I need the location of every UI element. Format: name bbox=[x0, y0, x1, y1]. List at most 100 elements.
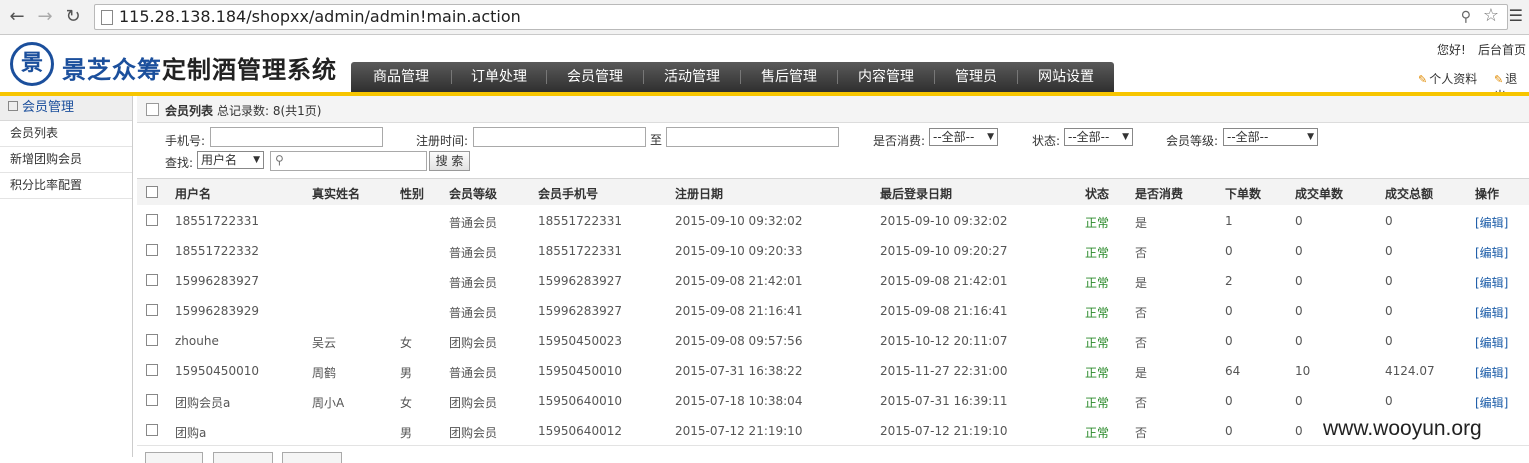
cell-level: 团购会员 bbox=[449, 336, 498, 350]
search-field-select[interactable]: 用户名 ▼ bbox=[197, 151, 264, 169]
bottom-button[interactable] bbox=[145, 452, 203, 463]
col-total[interactable]: 成交总额 bbox=[1385, 185, 1433, 202]
cell-total: 0 bbox=[1385, 274, 1393, 288]
forward-icon[interactable]: → bbox=[34, 6, 56, 28]
cell-deals: 0 bbox=[1295, 274, 1303, 288]
col-status[interactable]: 状态 bbox=[1085, 185, 1109, 202]
reg-start-input[interactable] bbox=[473, 127, 646, 147]
app-header: 景芝众筹定制酒管理系统 商品管理 订单处理 会员管理 活动管理 售后管理 内容管… bbox=[0, 35, 1529, 103]
cell-real-name: 周鹤 bbox=[312, 366, 337, 380]
star-icon[interactable]: ☆ bbox=[1483, 4, 1499, 28]
level-select[interactable]: --全部-- ▼ bbox=[1223, 128, 1318, 146]
consume-label: 是否消费: bbox=[873, 134, 926, 148]
cell-deals: 0 bbox=[1295, 394, 1303, 408]
col-username[interactable]: 用户名 bbox=[175, 185, 211, 202]
row-checkbox[interactable] bbox=[146, 214, 158, 226]
col-level[interactable]: 会员等级 bbox=[449, 185, 497, 202]
sidebar-item-member-list[interactable]: 会员列表 bbox=[0, 121, 132, 147]
back-icon[interactable]: ← bbox=[6, 6, 28, 28]
row-checkbox[interactable] bbox=[146, 394, 158, 406]
col-deals[interactable]: 成交单数 bbox=[1295, 185, 1343, 202]
row-checkbox[interactable] bbox=[146, 364, 158, 376]
cell-edit-link[interactable]: [编辑] bbox=[1475, 274, 1508, 291]
row-checkbox[interactable] bbox=[146, 424, 158, 436]
consume-select-value: --全部-- bbox=[933, 130, 975, 144]
reg-time-label: 注册时间: bbox=[416, 134, 469, 148]
col-reg-date[interactable]: 注册日期 bbox=[675, 185, 723, 202]
nav-tab-after-sales[interactable]: 售后管理 bbox=[741, 62, 837, 92]
bottom-button[interactable] bbox=[282, 452, 342, 463]
row-checkbox[interactable] bbox=[146, 274, 158, 286]
nav-tab-products[interactable]: 商品管理 bbox=[351, 62, 451, 92]
status-select[interactable]: --全部-- ▼ bbox=[1064, 128, 1133, 146]
dropdown-arrow-icon: ▼ bbox=[1307, 132, 1314, 142]
cell-last-login: 2015-07-12 21:19:10 bbox=[880, 424, 1008, 438]
sidebar-item-points-ratio[interactable]: 积分比率配置 bbox=[0, 173, 132, 199]
nav-tab-admins[interactable]: 管理员 bbox=[935, 62, 1017, 92]
edit-icon: ✎ bbox=[1494, 73, 1504, 86]
cell-username: 15996283929 bbox=[175, 304, 259, 318]
nav-tab-site-settings[interactable]: 网站设置 bbox=[1018, 62, 1114, 92]
nav-tab-content[interactable]: 内容管理 bbox=[838, 62, 934, 92]
address-bar[interactable]: 115.28.138.184/shopxx/admin/admin!main.a… bbox=[94, 4, 1508, 30]
cell-edit-link[interactable]: [编辑] bbox=[1475, 304, 1508, 321]
col-real-name[interactable]: 真实姓名 bbox=[312, 185, 360, 202]
cell-orders: 0 bbox=[1225, 334, 1233, 348]
cell-consumed: 否 bbox=[1135, 336, 1148, 350]
nav-tab-orders[interactable]: 订单处理 bbox=[452, 62, 546, 92]
cell-status: 正常 bbox=[1085, 336, 1110, 350]
table-header: 用户名 真实姓名 性别 会员等级 会员手机号 注册日期 最后登录日期 状态 是否… bbox=[137, 178, 1529, 206]
nav-tab-members[interactable]: 会员管理 bbox=[547, 62, 643, 92]
reg-end-input[interactable] bbox=[666, 127, 839, 147]
cell-edit-link[interactable]: [编辑] bbox=[1475, 244, 1508, 261]
col-gender[interactable]: 性别 bbox=[400, 185, 424, 202]
cell-last-login: 2015-11-27 22:31:00 bbox=[880, 364, 1008, 378]
cell-level: 普通会员 bbox=[449, 246, 498, 260]
col-phone[interactable]: 会员手机号 bbox=[538, 185, 598, 202]
search-button[interactable]: 搜 索 bbox=[429, 151, 470, 171]
reload-icon[interactable]: ↻ bbox=[62, 6, 84, 28]
row-checkbox[interactable] bbox=[146, 334, 158, 346]
cell-deals: 0 bbox=[1295, 424, 1303, 438]
cell-edit-link[interactable]: [编辑] bbox=[1475, 214, 1508, 231]
cell-gender: 女 bbox=[400, 396, 413, 410]
table-row: 团购会员a 周小A 女 团购会员 15950640010 2015-07-18 10:38… bbox=[137, 385, 1529, 416]
sidebar-title[interactable]: 会员管理 bbox=[0, 96, 132, 121]
cell-total: 4124.07 bbox=[1385, 364, 1435, 378]
cell-gender: 男 bbox=[400, 426, 413, 440]
col-consumed[interactable]: 是否消费 bbox=[1135, 185, 1183, 202]
search-input[interactable]: ⚲ bbox=[270, 151, 427, 171]
select-all-checkbox[interactable] bbox=[146, 186, 158, 198]
col-last-login[interactable]: 最后登录日期 bbox=[880, 185, 952, 202]
cell-status: 正常 bbox=[1085, 306, 1110, 320]
cell-phone: 18551722331 bbox=[538, 244, 622, 258]
col-orders[interactable]: 下单数 bbox=[1225, 185, 1261, 202]
menu-icon[interactable]: ☰ bbox=[1509, 6, 1523, 25]
row-checkbox[interactable] bbox=[146, 304, 158, 316]
sidebar-item-add-group-member[interactable]: 新增团购会员 bbox=[0, 147, 132, 173]
row-checkbox[interactable] bbox=[146, 244, 158, 256]
cell-username: 团购会员a bbox=[175, 396, 231, 410]
cell-last-login: 2015-09-08 21:42:01 bbox=[880, 274, 1008, 288]
status-label: 状态: bbox=[1032, 134, 1061, 148]
phone-input[interactable] bbox=[210, 127, 383, 147]
admin-home-link[interactable]: 后台首页 bbox=[1478, 41, 1526, 58]
url-text[interactable]: 115.28.138.184/shopxx/admin/admin!main.a… bbox=[119, 5, 521, 29]
table-row: 15996283929 普通会员 15996283927 2015-09-08 21:… bbox=[137, 295, 1529, 326]
cell-edit-link[interactable]: [编辑] bbox=[1475, 334, 1508, 351]
cell-status: 正常 bbox=[1085, 216, 1110, 230]
cell-edit-link[interactable]: [编辑] bbox=[1475, 394, 1508, 411]
bottom-button[interactable] bbox=[213, 452, 273, 463]
cell-edit-link[interactable]: [编辑] bbox=[1475, 364, 1508, 381]
cell-consumed: 是 bbox=[1135, 216, 1148, 230]
cell-total: 0 bbox=[1385, 214, 1393, 228]
consume-select[interactable]: --全部-- ▼ bbox=[929, 128, 998, 146]
cell-reg-date: 2015-07-18 10:38:04 bbox=[675, 394, 803, 408]
cell-orders: 0 bbox=[1225, 394, 1233, 408]
level-label: 会员等级: bbox=[1166, 134, 1219, 148]
profile-link[interactable]: ✎ 个人资料 bbox=[1418, 70, 1477, 87]
cell-orders: 0 bbox=[1225, 304, 1233, 318]
cell-reg-date: 2015-09-10 09:20:33 bbox=[675, 244, 803, 258]
key-icon[interactable]: ⚲ bbox=[1461, 5, 1471, 29]
nav-tab-activities[interactable]: 活动管理 bbox=[644, 62, 740, 92]
